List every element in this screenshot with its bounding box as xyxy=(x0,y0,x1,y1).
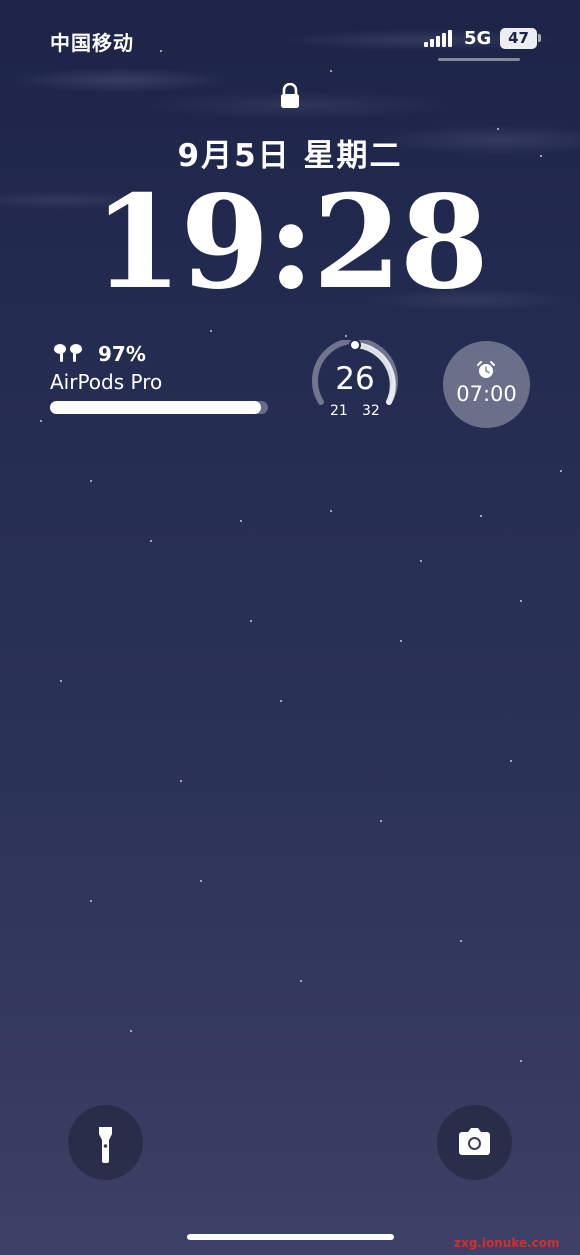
lock-screen-time: 19:28 xyxy=(93,168,489,318)
star xyxy=(210,330,212,332)
lock-icon xyxy=(281,83,299,108)
carrier-name: 中国移动 xyxy=(50,31,134,55)
flashlight-button[interactable] xyxy=(68,1105,143,1180)
airpods-battery-bar xyxy=(50,401,268,414)
star xyxy=(560,470,562,472)
star xyxy=(90,900,92,902)
high-temperature: 32 xyxy=(362,403,380,419)
camera-icon xyxy=(459,1128,490,1155)
star xyxy=(480,515,482,517)
star xyxy=(150,540,152,542)
airpods-battery-widget[interactable]: 97% AirPods Pro xyxy=(50,340,270,420)
current-temp-marker xyxy=(349,340,361,351)
airpods-icon xyxy=(54,344,82,362)
star xyxy=(380,820,382,822)
star xyxy=(520,1060,522,1062)
star xyxy=(400,640,402,642)
star xyxy=(40,420,42,422)
star xyxy=(240,520,242,522)
airpods-battery-percent: 97% xyxy=(98,342,146,366)
weather-widget[interactable]: 26 21 32 xyxy=(310,340,400,425)
alarm-clock-icon xyxy=(477,361,495,378)
star xyxy=(280,700,282,702)
watermark-text: zxg.ionuke.com xyxy=(454,1236,560,1250)
cellular-signal-icon xyxy=(424,30,452,47)
star xyxy=(200,880,202,882)
battery-tip xyxy=(538,34,541,42)
star xyxy=(90,480,92,482)
star xyxy=(330,70,332,72)
star xyxy=(250,620,252,622)
status-bar: 中国移动 5G 47 xyxy=(0,0,580,70)
star xyxy=(330,510,332,512)
star xyxy=(345,335,347,337)
battery-indicator: 47 xyxy=(500,28,537,49)
low-temperature: 21 xyxy=(330,403,348,419)
star xyxy=(420,560,422,562)
airpods-battery-fill xyxy=(50,401,262,414)
star xyxy=(180,780,182,782)
star xyxy=(510,760,512,762)
star xyxy=(60,680,62,682)
airpods-device-name: AirPods Pro xyxy=(50,370,163,394)
star xyxy=(460,940,462,942)
home-indicator[interactable] xyxy=(187,1234,394,1240)
alarm-widget[interactable]: 07:00 xyxy=(443,341,530,428)
camera-button[interactable] xyxy=(437,1105,512,1180)
current-temperature: 26 xyxy=(335,361,375,397)
control-center-indicator[interactable] xyxy=(438,58,520,61)
alarm-time: 07:00 xyxy=(456,382,517,406)
network-type: 5G xyxy=(464,28,492,49)
star xyxy=(520,600,522,602)
flashlight-icon xyxy=(99,1127,112,1163)
star xyxy=(130,1030,132,1032)
star xyxy=(300,980,302,982)
